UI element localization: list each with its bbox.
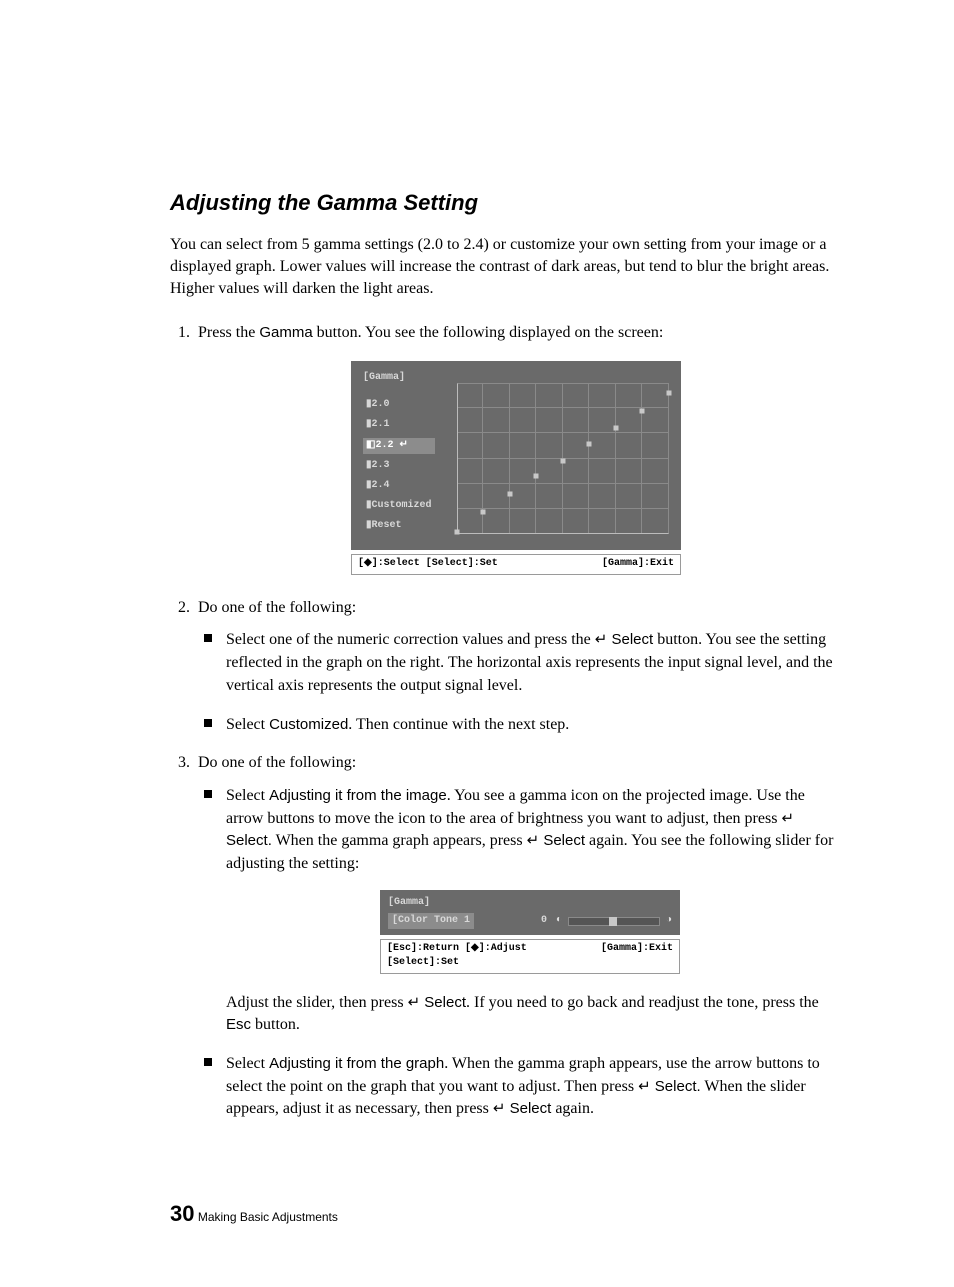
adjusting-from-graph-label: Adjusting it from the graph <box>269 1055 444 1072</box>
gamma-menu-screenshot: [Gamma] ▮2.0 ▮2.1 ◧2.2 ↵ ▮2.3 ▮2.4 ▮Cust… <box>351 361 681 575</box>
s2b1a: Select one of the numeric correction val… <box>226 631 595 648</box>
s3b1aft-b: . If you need to go back and readjust th… <box>466 994 819 1011</box>
s2b2a: Select <box>226 716 269 733</box>
slider-right-icon: ◑ <box>666 914 672 928</box>
step-1: Press the Gamma button. You see the foll… <box>194 322 834 574</box>
section-heading: Adjusting the Gamma Setting <box>170 190 834 216</box>
select-label-4: ↵ Select. <box>638 1078 701 1095</box>
osd-item-reset: ▮Reset <box>363 518 435 534</box>
osd-item-21: ▮2.1 <box>363 417 435 433</box>
osd2-statusbar: [Esc]:Return [◆]:Adjust [Select]:Set [Ga… <box>380 939 680 973</box>
slider-knob <box>609 917 617 926</box>
s3b1aft-a: Adjust the slider, then press <box>226 994 408 1011</box>
osd2-color-tone-label: [Color Tone 1 <box>388 913 474 929</box>
s2b2b: . Then continue with the next step. <box>348 716 569 733</box>
osd2-status-left: [Esc]:Return [◆]:Adjust [Select]:Set <box>387 942 601 970</box>
adjusting-from-image-label: Adjusting it from the image <box>269 787 447 804</box>
step1-text-a: Press the <box>198 324 259 341</box>
osd-item-22-selected: ◧2.2 ↵ <box>363 438 435 454</box>
step3-lead: Do one of the following: <box>198 754 356 771</box>
gamma-slider-screenshot: [Gamma] [Color Tone 1 0 ◐ ◑ [Esc]:Return… <box>380 890 680 974</box>
osd2-value: 0 <box>541 914 547 928</box>
osd2-status-right: [Gamma]:Exit <box>601 942 673 970</box>
step2-bullet-1: Select one of the numeric correction val… <box>226 629 834 697</box>
s3b1a: Select <box>226 787 269 804</box>
osd-status-left: [◆]:Select [Select]:Set <box>358 557 498 571</box>
esc-label: Esc <box>226 1016 251 1033</box>
page-number: 30 <box>170 1201 194 1226</box>
osd-status-right: [Gamma]:Exit <box>602 557 674 571</box>
slider-track <box>568 917 660 926</box>
step3-bullet-2: Select Adjusting it from the graph. When… <box>226 1053 834 1121</box>
step-3: Do one of the following: Select Adjustin… <box>194 752 834 1121</box>
slider-left-icon: ◐ <box>556 914 562 928</box>
gamma-curve-graph <box>457 383 669 535</box>
osd-title: [Gamma] <box>363 371 435 385</box>
s3b2a: Select <box>226 1055 269 1072</box>
osd-item-24: ▮2.4 <box>363 478 435 494</box>
step1-text-b: button. You see the following displayed … <box>313 324 664 341</box>
osd-statusbar: [◆]:Select [Select]:Set [Gamma]:Exit <box>351 554 681 574</box>
s3b1aft-c: button. <box>251 1016 300 1033</box>
osd2-title: [Gamma] <box>388 896 672 910</box>
select-label-2: ↵ Select <box>527 832 585 849</box>
page-footer: 30 Making Basic Adjustments <box>170 1201 834 1227</box>
gamma-button-label: Gamma <box>259 324 312 341</box>
step3-bullet-1: Select Adjusting it from the image. You … <box>226 785 834 1037</box>
intro-paragraph: You can select from 5 gamma settings (2.… <box>170 234 834 300</box>
select-button-label: ↵ Select <box>595 631 653 648</box>
step2-bullet-2: Select Customized. Then continue with th… <box>226 714 834 737</box>
s3b1c: When the gamma graph appears, press <box>272 832 527 849</box>
customized-label: Customized <box>269 716 348 733</box>
osd-item-23: ▮2.3 <box>363 458 435 474</box>
select-label-5: ↵ Select <box>493 1100 551 1117</box>
footer-section: Making Basic Adjustments <box>194 1210 337 1224</box>
step2-lead: Do one of the following: <box>198 599 356 616</box>
select-label-3: ↵ Select <box>408 994 466 1011</box>
osd-item-20: ▮2.0 <box>363 397 435 413</box>
s3b2d: again. <box>551 1100 594 1117</box>
step-2: Do one of the following: Select one of t… <box>194 597 834 737</box>
osd-item-customized: ▮Customized <box>363 498 435 514</box>
